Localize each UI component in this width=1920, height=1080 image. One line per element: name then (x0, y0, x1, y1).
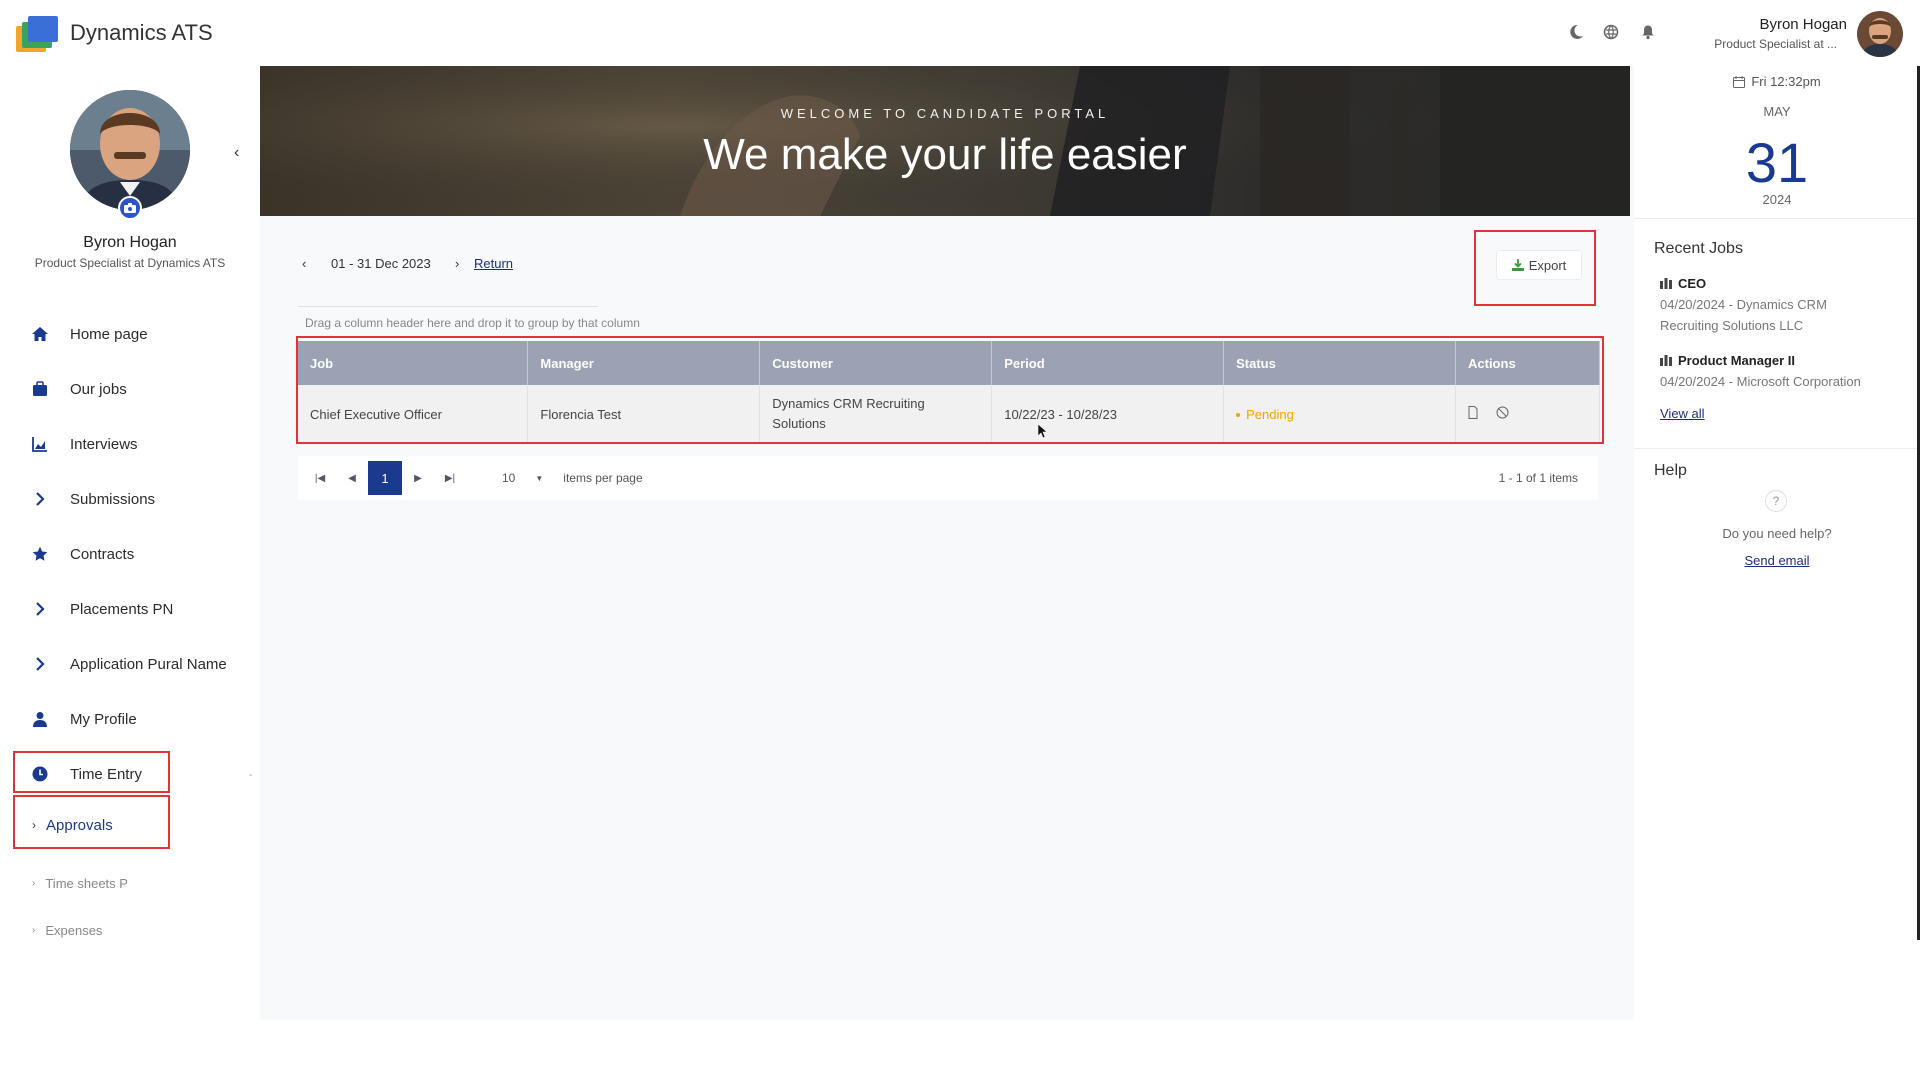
divider (298, 306, 598, 307)
sidebar-item-submissions[interactable]: Submissions (30, 479, 155, 519)
next-page-icon[interactable]: ▶ (402, 462, 434, 494)
chart-icon (30, 434, 50, 454)
last-page-icon[interactable]: ▶| (434, 462, 466, 494)
view-all-link[interactable]: View all (1660, 406, 1705, 421)
star-icon (30, 544, 50, 564)
highlight-approvals (13, 795, 170, 849)
period-label: 01 - 31 Dec 2023 (331, 256, 431, 271)
user-name[interactable]: Byron Hogan (1759, 16, 1847, 33)
sidebar-item-my-profile[interactable]: My Profile (30, 699, 137, 739)
recent-job-details: 04/20/2024 - Microsoft Corporation (1660, 371, 1910, 392)
group-drag-hint: Drag a column header here and drop it to… (305, 316, 640, 330)
chevron-down-icon: ▼ (535, 473, 544, 483)
page-size-select[interactable]: 10 ▼ (502, 471, 543, 485)
chevron-right-icon: › (32, 878, 36, 889)
return-link[interactable]: Return (474, 256, 513, 271)
globe-icon[interactable] (1601, 22, 1621, 42)
sidebar-item-label: Submissions (70, 490, 156, 508)
top-bar: Dynamics ATS Byron Hogan Product Special… (0, 0, 1920, 66)
chevron-right-icon: › (32, 925, 36, 936)
welcome-banner: WELCOME TO CANDIDATE PORTAL We make your… (260, 66, 1630, 216)
sidebar-item-label: Placements PN (70, 600, 174, 618)
sidebar-user-role: Product Specialist at Dynamics ATS (34, 256, 226, 270)
avatar[interactable] (1857, 11, 1903, 57)
recent-jobs-title: Recent Jobs (1654, 240, 1743, 257)
mouse-cursor (1037, 423, 1048, 444)
grid-pager: |◀ ◀ 1 ▶ ▶| 10 ▼ items per page 1 - 1 of… (298, 456, 1598, 500)
app-title: Dynamics ATS (70, 20, 213, 45)
calendar-month: MAY (1763, 104, 1791, 119)
prev-period-icon[interactable]: ‹ (302, 256, 306, 271)
recent-job-title-text: Product Manager II (1678, 353, 1796, 368)
expand-indicator: - (249, 770, 253, 781)
divider (1634, 218, 1920, 219)
recent-job-title[interactable]: Product Manager II (1660, 353, 1795, 368)
banner-subtitle: WELCOME TO CANDIDATE PORTAL (780, 106, 1110, 121)
collapse-sidebar-icon[interactable]: ‹ (234, 144, 239, 162)
recent-job-title[interactable]: CEO (1660, 276, 1706, 291)
recent-job-line: 04/20/2024 - Microsoft Corporation (1660, 374, 1861, 389)
page-button-current[interactable]: 1 (368, 461, 402, 495)
moon-icon[interactable] (1566, 22, 1586, 42)
sidebar-item-applications[interactable]: Application Pural Name (30, 644, 227, 684)
profile-photo (70, 90, 190, 210)
page-size-value: 10 (502, 471, 516, 485)
sidebar-item-label: Application Pural Name (70, 655, 227, 673)
main-content: WELCOME TO CANDIDATE PORTAL We make your… (260, 66, 1634, 1020)
help-icon: ? (1765, 490, 1787, 512)
recent-job-details: 04/20/2024 - Dynamics CRM Recruiting Sol… (1660, 294, 1910, 336)
sidebar-item-label: Our jobs (70, 380, 127, 398)
pager-summary: 1 - 1 of 1 items (1498, 471, 1578, 485)
sidebar-item-our-jobs[interactable]: Our jobs (30, 369, 127, 409)
prev-page-icon[interactable]: ◀ (336, 462, 368, 494)
building-icon (1660, 278, 1672, 289)
highlight-export (1474, 230, 1596, 306)
chevron-right-icon (30, 599, 50, 619)
sidebar-subitem-timesheets[interactable]: › Time sheets P (32, 876, 128, 891)
calendar-day: 31 (1745, 131, 1809, 194)
sidebar-subitem-label: Expenses (45, 923, 103, 938)
briefcase-icon (30, 379, 50, 399)
clock: Fri 12:32pm (1634, 74, 1920, 91)
sidebar-item-interviews[interactable]: Interviews (30, 424, 138, 464)
highlight-grid (296, 336, 1604, 444)
building-icon (1660, 355, 1672, 366)
recent-job-line: Recruiting Solutions LLC (1660, 318, 1804, 333)
user-role: Product Specialist at ... (1714, 37, 1837, 51)
sidebar-subitem-expenses[interactable]: › Expenses (32, 923, 102, 938)
user-icon (30, 709, 50, 729)
bell-icon[interactable] (1638, 22, 1658, 42)
sidebar-item-home[interactable]: Home page (30, 314, 148, 354)
camera-icon[interactable] (118, 196, 142, 220)
sidebar-item-label: Contracts (70, 545, 135, 563)
page-size-label: items per page (563, 471, 643, 485)
calendar-icon (1733, 76, 1746, 91)
app-logo (16, 16, 60, 54)
help-title: Help (1654, 462, 1687, 479)
sidebar-user-name: Byron Hogan (83, 234, 177, 251)
sidebar-item-label: Interviews (70, 435, 138, 453)
sidebar-item-contracts[interactable]: Contracts (30, 534, 134, 574)
recent-job-title-text: CEO (1678, 276, 1707, 291)
sidebar-item-placements[interactable]: Placements PN (30, 589, 173, 629)
chevron-right-icon (30, 654, 50, 674)
right-panel: Fri 12:32pm MAY 31 2024 Recent Jobs CEO … (1634, 66, 1920, 946)
send-email-link[interactable]: Send email (1744, 553, 1809, 568)
first-page-icon[interactable]: |◀ (304, 462, 336, 494)
divider (1634, 448, 1920, 449)
home-icon (30, 324, 50, 344)
recent-job-line: 04/20/2024 - Dynamics CRM (1660, 297, 1827, 312)
next-period-icon[interactable]: › (455, 256, 459, 271)
calendar-year: 2024 (1762, 192, 1792, 207)
clock-text: Fri 12:32pm (1751, 74, 1821, 89)
sidebar-subitem-label: Time sheets P (45, 876, 128, 891)
highlight-time-entry (13, 751, 170, 793)
banner-title: We make your life easier (703, 130, 1187, 179)
help-question: Do you need help? (1722, 526, 1832, 541)
chevron-right-icon (30, 489, 50, 509)
sidebar-item-label: Home page (70, 325, 148, 343)
sidebar-item-label: My Profile (70, 710, 137, 728)
